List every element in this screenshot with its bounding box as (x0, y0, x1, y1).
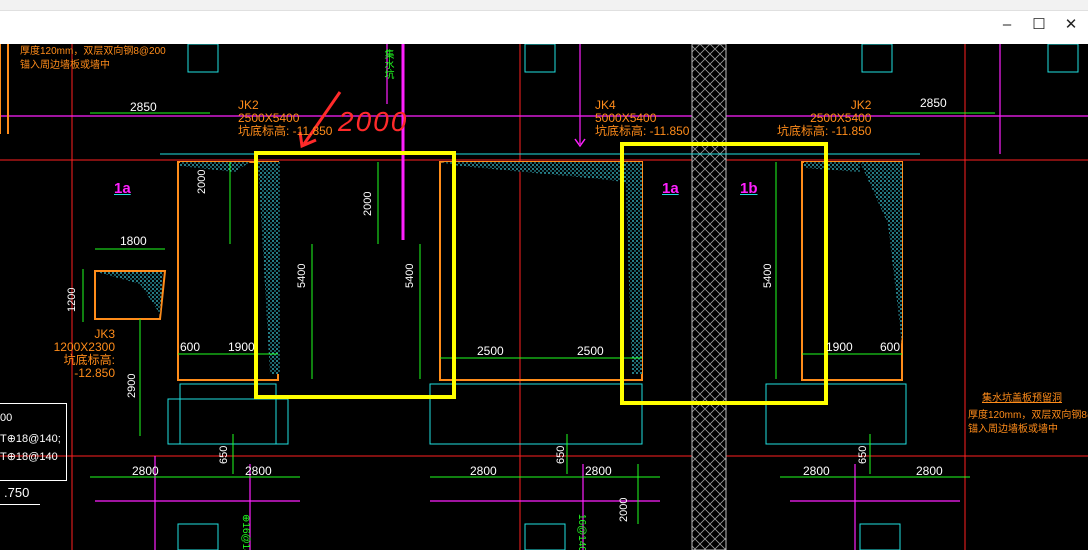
vertical-label-top: 集水坑 (382, 49, 393, 79)
mini-minimize-icon[interactable]: – (1030, 0, 1064, 6)
dim-2800-1: 2800 (132, 464, 159, 478)
rebar-table-row3: T⊕18@140 (0, 451, 58, 463)
dim-1900-right: 1900 (826, 340, 853, 354)
dim-650-3: 650 (857, 445, 869, 464)
dim-2500-a: 2500 (477, 344, 504, 358)
dim-2850-right: 2850 (920, 96, 947, 110)
right-note-line1: 厚度120mm，双层双向钢8@ (968, 410, 1088, 421)
rebar-label-1: ⊕16@140 (240, 514, 251, 550)
dim-2000-bottom: 2000 (618, 497, 630, 522)
dim-2500-b: 2500 (577, 344, 604, 358)
dim-5400-c: 5400 (762, 263, 774, 288)
dim-650-2: 650 (555, 445, 567, 464)
right-note-title: 集水坑盖板预留洞 (982, 393, 1062, 404)
dim-1800: 1800 (120, 234, 147, 248)
handwritten-annotation: 2000 (338, 106, 409, 137)
dim-1900-left: 1900 (228, 340, 255, 354)
right-note-line2: 锚入周边墙板或墙中 (968, 424, 1058, 435)
left-elevation-underline (0, 504, 40, 505)
rebar-table-row2: T⊕18@140; (0, 433, 61, 445)
dim-600-left: 600 (180, 340, 201, 354)
dim-2800-5: 2800 (803, 464, 830, 478)
minimize-button[interactable]: – (990, 10, 1024, 38)
rebar-table: 00 T⊕18@140; T⊕18@140 (0, 403, 67, 481)
dim-600-right: 600 (880, 340, 901, 354)
dim-2800-2: 2800 (245, 464, 272, 478)
drawing-text-layer: 厚度120mm，双层双向钢8@200 锚入周边墙板或墙中 集水坑 2850 28… (0, 44, 1088, 550)
maximize-button[interactable]: ☐ (1022, 10, 1056, 38)
cad-drawing-canvas[interactable]: 厚度120mm，双层双向钢8@200 锚入周边墙板或墙中 集水坑 2850 28… (0, 44, 1088, 550)
dim-2000-b: 2000 (362, 191, 374, 216)
rebar-label-2: 16@140 (576, 514, 587, 550)
minimize-icon: – (1002, 15, 1012, 33)
dim-2850-left: 2850 (130, 100, 157, 114)
left-elevation: .750 (4, 485, 30, 500)
dim-2900: 2900 (126, 373, 138, 398)
close-icon: ✕ (1064, 16, 1078, 33)
dim-2800-6: 2800 (916, 464, 943, 478)
dim-5400-a: 5400 (296, 263, 308, 288)
jk4-label: JK4 5000X5400 坑底标高: -11.850 (595, 98, 690, 138)
top-note-line2: 锚入周边墙板或墙中 (20, 60, 110, 71)
jk2-left-label: JK2 2500X5400 坑底标高: -11.850 (238, 98, 333, 138)
jk3-label: JK3 1200X2300 坑底标高: -12.850 (53, 327, 115, 380)
jk2-right-label: JK2 2500X5400 坑底标高: -11.850 (777, 98, 872, 138)
maximize-icon: ☐ (1032, 16, 1046, 33)
dim-2800-3: 2800 (470, 464, 497, 478)
top-strip (0, 0, 1088, 11)
dim-2800-4: 2800 (585, 464, 612, 478)
dim-5400-b: 5400 (404, 263, 416, 288)
dim-1200: 1200 (66, 287, 78, 312)
dim-650-1: 650 (218, 445, 230, 464)
section-1b: 1b (740, 180, 758, 197)
section-1a-left: 1a (114, 180, 131, 197)
rebar-table-row1: 00 (0, 412, 13, 424)
window-titlebar: – – ☐ ✕ (0, 0, 1088, 44)
close-button[interactable]: ✕ (1054, 10, 1088, 38)
dim-2000-a: 2000 (196, 169, 208, 194)
section-1a-right: 1a (662, 180, 679, 197)
